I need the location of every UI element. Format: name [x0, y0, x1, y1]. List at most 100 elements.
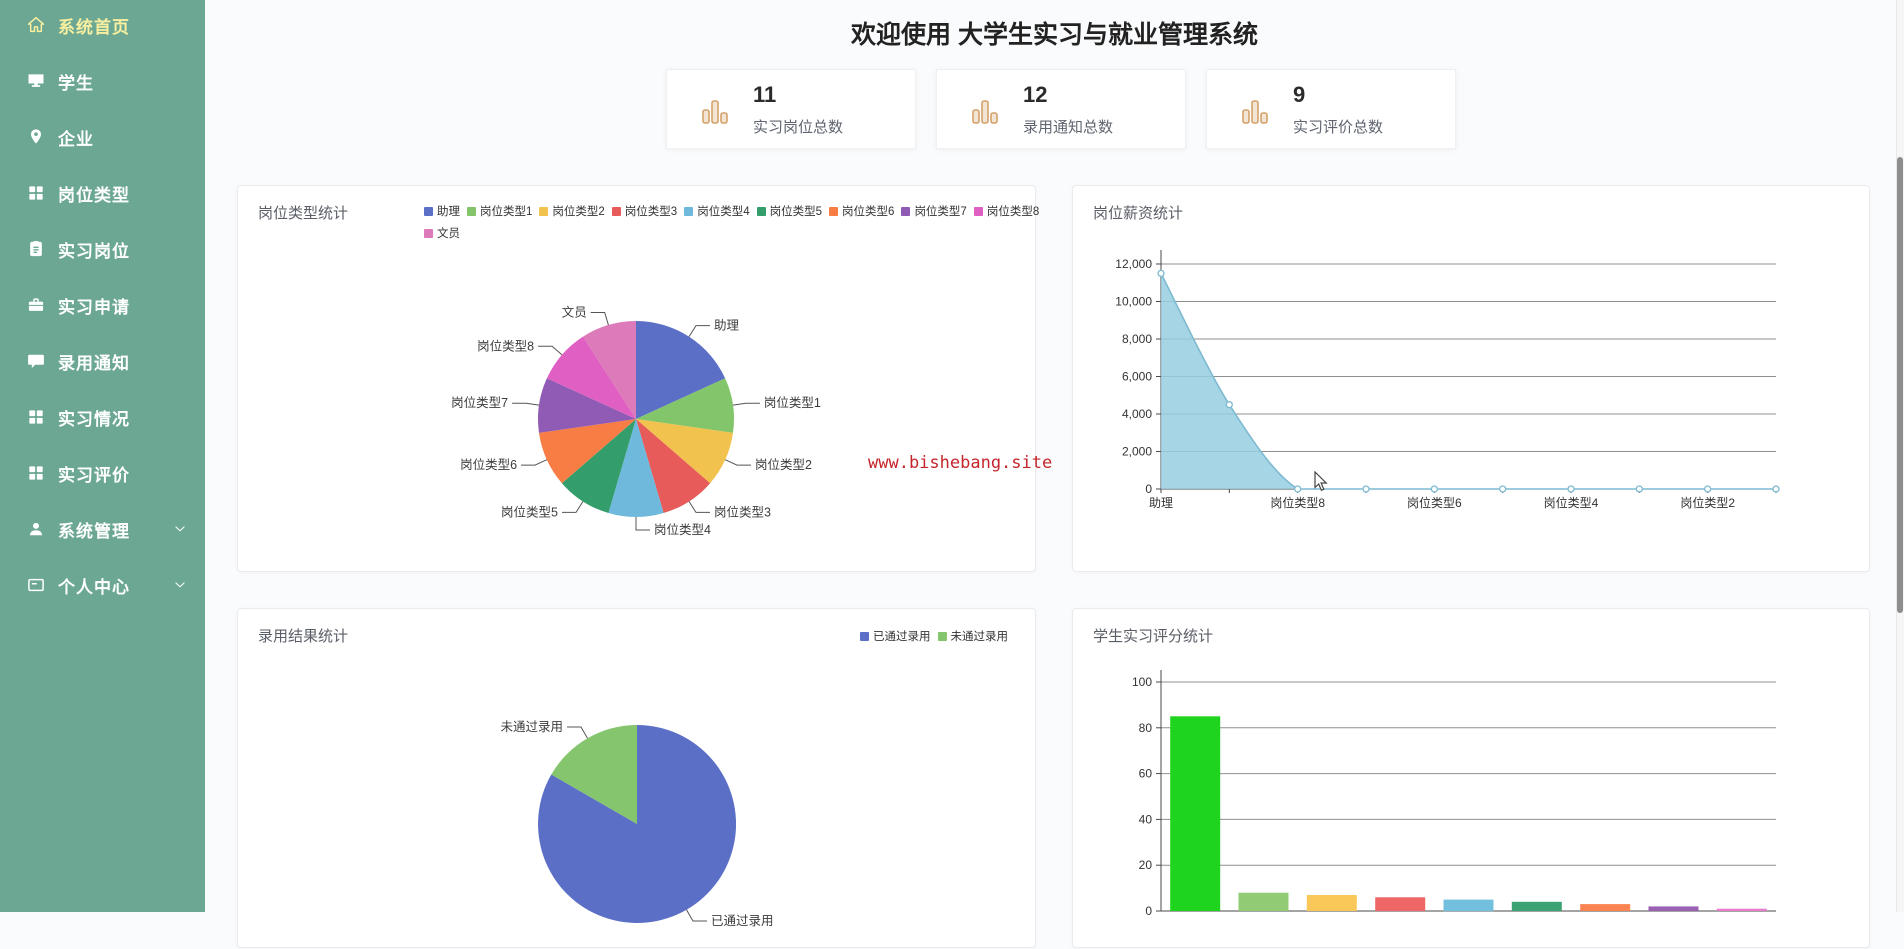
- sidebar-item-internship-posts[interactable]: 实习岗位: [0, 224, 205, 274]
- sidebar-item-home[interactable]: 系统首页: [0, 0, 205, 50]
- data-point-marker: [1295, 486, 1301, 492]
- y-tick-label: 40: [1139, 812, 1153, 826]
- x-tick-label: 助理: [1149, 496, 1173, 510]
- data-point-marker: [1363, 486, 1369, 492]
- salary-area-fill: [1161, 273, 1776, 489]
- data-point-marker: [1568, 486, 1574, 492]
- y-tick-label: 0: [1145, 482, 1152, 496]
- pie-label-line: [562, 501, 583, 512]
- sidebar-item-companies[interactable]: 企业: [0, 112, 205, 162]
- sidebar-item-system-admin[interactable]: 系统管理: [0, 504, 205, 554]
- pie-label-line: [538, 346, 562, 355]
- y-tick-label: 8,000: [1122, 332, 1152, 346]
- grid-icon: [26, 183, 46, 203]
- pie-label-line: [689, 326, 710, 337]
- stat-card-label: 实习评价总数: [1293, 116, 1383, 137]
- sidebar-item-label: 实习评价: [58, 461, 130, 486]
- watermark: www.bishebang.site: [868, 453, 1052, 473]
- panel-hire-result-stats: 录用结果统计 已通过录用未通过录用 已通过录用未通过录用: [237, 608, 1036, 948]
- card-icon: [26, 575, 46, 595]
- score-bar-chart: 0 20 40 60 80 100: [1073, 609, 1871, 949]
- data-point-marker: [1500, 486, 1506, 492]
- sidebar-item-label: 实习岗位: [58, 237, 130, 262]
- sidebar-item-label: 系统管理: [58, 517, 130, 542]
- stat-card-review-total: 9 实习评价总数: [1206, 69, 1456, 149]
- pie-label-line: [689, 501, 710, 512]
- pie-label: 助理: [714, 319, 740, 333]
- y-tick-label: 80: [1139, 721, 1153, 735]
- pie-label: 岗位类型1: [764, 395, 821, 410]
- pie-label: 未通过录用: [500, 720, 563, 734]
- pie-label: 文员: [562, 304, 587, 319]
- score-bar-7: [1580, 904, 1630, 911]
- pie-label-line: [512, 403, 539, 405]
- y-tick-label: 20: [1139, 858, 1153, 872]
- sidebar-item-students[interactable]: 学生: [0, 56, 205, 106]
- y-tick-label: 100: [1132, 675, 1152, 689]
- pie-label: 岗位类型3: [714, 504, 771, 519]
- score-bar-8: [1649, 906, 1699, 911]
- x-tick-label: 岗位类型8: [1270, 495, 1325, 510]
- data-point-marker: [1158, 270, 1164, 276]
- score-bar-3: [1307, 895, 1357, 911]
- sidebar-item-label: 录用通知: [58, 349, 130, 374]
- sidebar-item-label: 实习情况: [58, 405, 130, 430]
- score-bar-9: [1717, 909, 1767, 911]
- monitor-icon: [26, 71, 46, 91]
- sidebar-item-label: 学生: [58, 69, 94, 94]
- stat-card-value: 9: [1293, 82, 1305, 108]
- data-point-marker: [1705, 486, 1711, 492]
- stat-card-label: 实习岗位总数: [753, 116, 843, 137]
- pie-label: 岗位类型5: [501, 504, 558, 519]
- pie-label-line: [521, 460, 547, 465]
- sidebar-item-applications[interactable]: 实习申请: [0, 280, 205, 330]
- sidebar-item-label: 企业: [58, 125, 94, 150]
- data-point-marker: [1431, 486, 1437, 492]
- pie-label: 岗位类型8: [477, 338, 534, 353]
- data-point-marker: [1226, 402, 1232, 408]
- pie-label: 岗位类型7: [451, 395, 508, 410]
- home-icon: [26, 15, 46, 35]
- mouse-cursor: [1314, 471, 1329, 492]
- pie-label-line: [733, 403, 760, 405]
- x-tick-label: 岗位类型2: [1680, 495, 1735, 510]
- message-icon: [26, 351, 46, 371]
- sidebar-item-personal-center[interactable]: 个人中心: [0, 560, 205, 610]
- stat-card-offer-notice-total: 12录用通知总数: [936, 69, 1186, 149]
- chevron-down-icon: [173, 521, 187, 535]
- pie-label: 岗位类型6: [460, 457, 517, 472]
- pie-label-line: [567, 727, 588, 738]
- score-bar-2: [1239, 893, 1289, 911]
- pie-label-line: [591, 313, 609, 326]
- bar-chart-icon: [1239, 96, 1271, 128]
- score-bar-5: [1444, 900, 1494, 912]
- sidebar-item-internship-reviews[interactable]: 实习评价: [0, 448, 205, 498]
- pie-label-line: [725, 460, 751, 465]
- bar-chart-icon: [699, 96, 731, 128]
- page-title: 欢迎使用 大学生实习与就业管理系统: [205, 15, 1904, 51]
- pie-label: 岗位类型4: [654, 522, 711, 537]
- job-type-pie-chart: 助理岗位类型1岗位类型2岗位类型3岗位类型4岗位类型5岗位类型6岗位类型7岗位类…: [238, 186, 1037, 573]
- sidebar: 系统首页学生企业岗位类型实习岗位实习申请录用通知实习情况实习评价系统管理个人中心: [0, 0, 205, 912]
- pie-label-line: [687, 910, 708, 921]
- panel-job-type-stats: 岗位类型统计 助理岗位类型1岗位类型2岗位类型3岗位类型4岗位类型5岗位类型6岗…: [237, 185, 1036, 572]
- scrollbar-thumb[interactable]: [1897, 157, 1903, 613]
- location-icon: [26, 127, 46, 147]
- panel-salary-stats: 岗位薪资统计 02,0004,0006,0008,00010,00012,000…: [1072, 185, 1870, 572]
- grid-icon: [26, 407, 46, 427]
- y-tick-label: 0: [1145, 904, 1152, 918]
- stat-card-value: 11: [753, 82, 776, 108]
- data-point-marker: [1773, 486, 1779, 492]
- sidebar-item-offer-notices[interactable]: 录用通知: [0, 336, 205, 386]
- briefcase-icon: [26, 295, 46, 315]
- stat-card-label: 录用通知总数: [1023, 116, 1113, 137]
- stat-card-internship-post-total: 11 实习岗位总数: [666, 69, 916, 149]
- scrollbar-track[interactable]: [1896, 0, 1904, 912]
- sidebar-item-internship-status[interactable]: 实习情况: [0, 392, 205, 442]
- chevron-down-icon: [173, 577, 187, 591]
- y-tick-label: 12,000: [1115, 257, 1152, 271]
- sidebar-item-label: 实习申请: [58, 293, 130, 318]
- sidebar-item-job-types[interactable]: 岗位类型: [0, 168, 205, 218]
- user-icon: [26, 519, 46, 539]
- y-tick-label: 60: [1139, 767, 1153, 781]
